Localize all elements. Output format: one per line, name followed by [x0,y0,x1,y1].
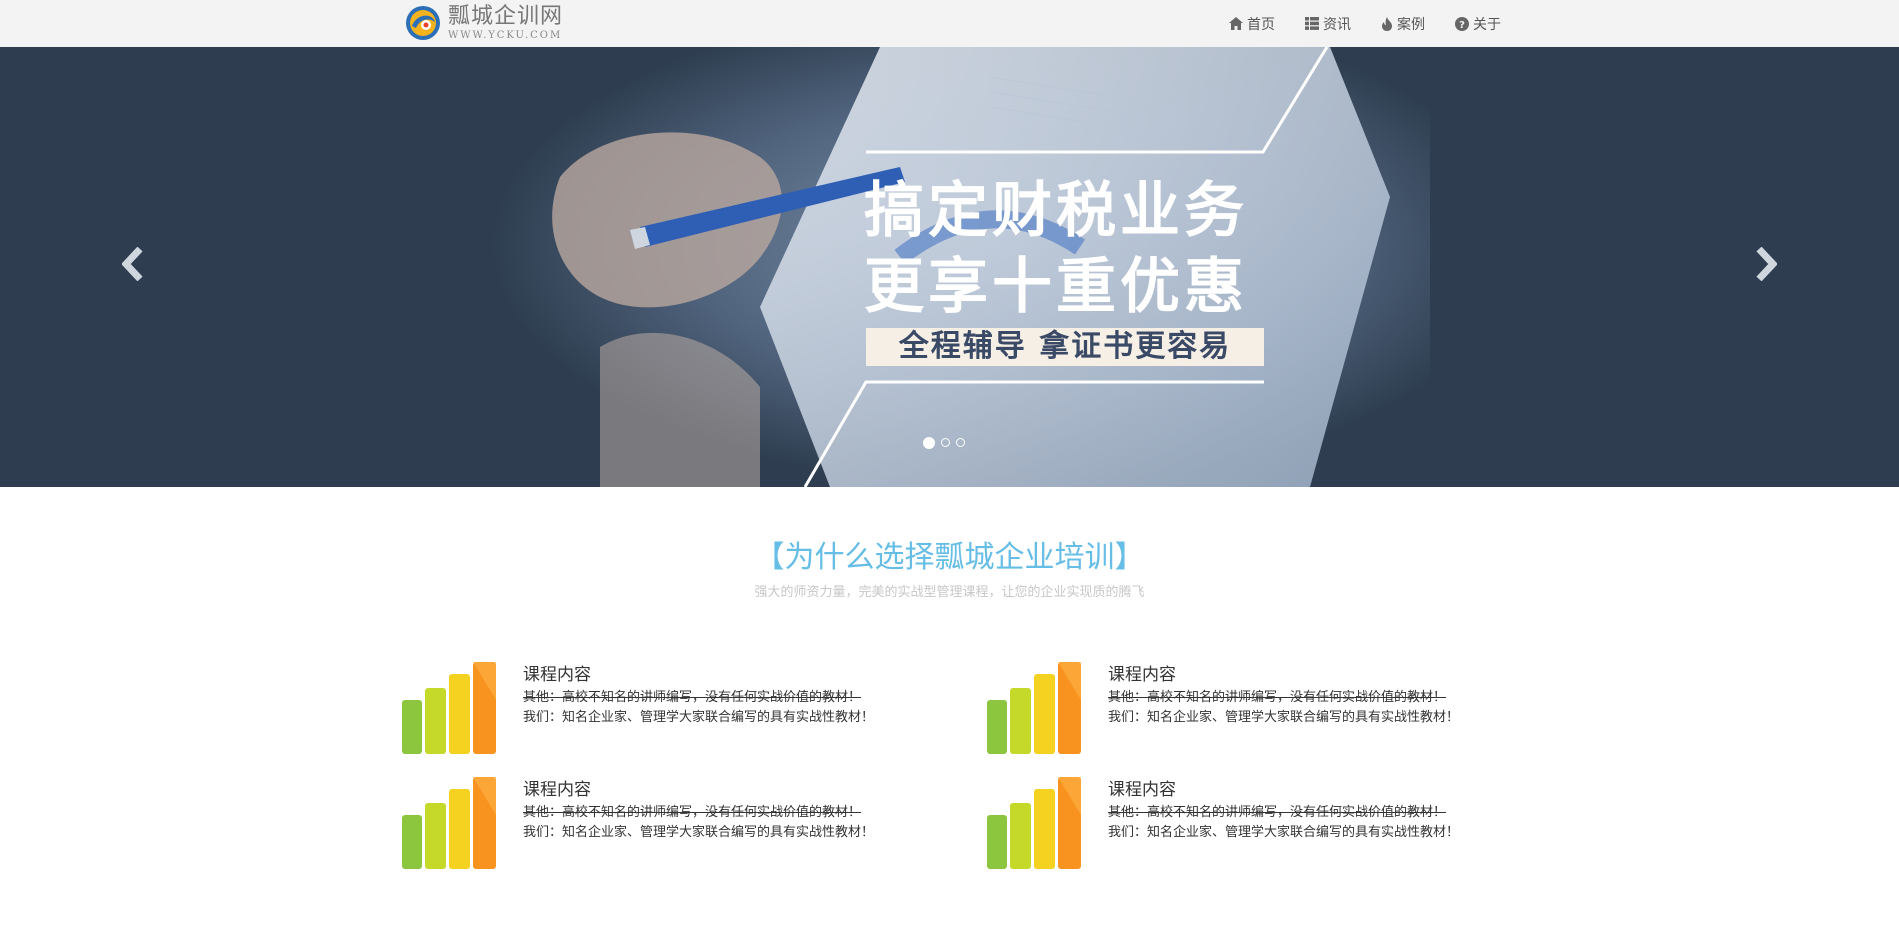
th-list-icon [1305,17,1319,30]
carousel-indicators [923,437,971,449]
feature-title: 课程内容 [523,665,591,685]
section-title: 【为什么选择瓢城企业培训】 [754,540,1145,575]
feature-other-text: 其他：高校不知名的讲师编写，没有任何实战价值的教材！ [523,690,862,705]
nav-item-label: 关于 [1473,16,1501,33]
nav-item-cases[interactable]: 案例 [1381,14,1425,34]
feature-our-text: 我们：知名企业家、管理学大家联合编写的具有实战性教材！ [1108,710,1460,725]
feature-our-text: 我们：知名企业家、管理学大家联合编写的具有实战性教材！ [1108,825,1460,840]
feature-card: 课程内容 其他：高校不知名的讲师编写，没有任何实战价值的教材！ 我们：知名企业家… [985,660,1505,760]
home-icon [1229,17,1243,30]
bar-chart-icon [402,662,496,754]
bar-chart-icon [987,662,1081,754]
caption-line-1: 搞定财税业务 [864,176,1248,246]
bar-chart-icon [987,777,1081,869]
hero-carousel[interactable]: 搞定财税业务 更享十重优惠 全程辅导 拿证书更容易 [0,47,1899,487]
feature-card: 课程内容 其他：高校不知名的讲师编写，没有任何实战价值的教材！ 我们：知名企业家… [985,775,1505,875]
question-circle-icon: ? [1455,16,1469,31]
carousel-indicator-2[interactable] [941,438,950,447]
carousel-indicator-1[interactable] [923,437,935,449]
brand-domain: WWW.YCKU.COM [448,29,563,41]
feature-title: 课程内容 [523,780,591,800]
nav-item-label: 首页 [1247,16,1275,33]
nav-item-about[interactable]: ? 关于 [1455,14,1501,34]
nav-item-label: 资讯 [1323,16,1351,33]
brand-name: 瓢城企训网 [448,3,564,29]
feature-other-text: 其他：高校不知名的讲师编写，没有任何实战价值的教材！ [1108,805,1447,820]
svg-text:?: ? [1459,20,1465,31]
nav-item-news[interactable]: 资讯 [1305,14,1351,34]
logo-icon [406,6,440,40]
chevron-right-icon [1756,246,1778,282]
caption-badge: 全程辅导 拿证书更容易 [866,328,1264,366]
main-nav: 首页 资讯 案例 ? 关于 [1199,0,1501,47]
carousel-next-button[interactable] [1755,246,1778,285]
nav-item-label: 案例 [1397,16,1425,33]
fire-icon [1382,16,1392,31]
feature-card: 课程内容 其他：高校不知名的讲师编写，没有任何实战价值的教材！ 我们：知名企业家… [400,660,920,760]
bar-chart-icon [402,777,496,869]
feature-other-text: 其他：高校不知名的讲师编写，没有任何实战价值的教材！ [523,805,862,820]
carousel-indicator-3[interactable] [956,438,965,447]
caption-line-2: 更享十重优惠 [864,252,1248,322]
carousel-caption: 搞定财税业务 更享十重优惠 [864,173,1248,325]
feature-our-text: 我们：知名企业家、管理学大家联合编写的具有实战性教材！ [523,710,875,725]
carousel-prev-button[interactable] [121,246,144,285]
nav-item-home[interactable]: 首页 [1229,14,1275,34]
feature-title: 课程内容 [1108,780,1176,800]
feature-card: 课程内容 其他：高校不知名的讲师编写，没有任何实战价值的教材！ 我们：知名企业家… [400,775,920,875]
feature-our-text: 我们：知名企业家、管理学大家联合编写的具有实战性教材！ [523,825,875,840]
chevron-left-icon [121,246,143,282]
brand-logo[interactable]: 瓢城企训网 WWW.YCKU.COM [404,4,563,42]
section-subtitle: 强大的师资力量，完美的实战型管理课程，让您的企业实现质的腾飞 [754,585,1145,600]
navbar: 瓢城企训网 WWW.YCKU.COM 首页 资讯 案例 ? 关于 [0,0,1899,48]
feature-other-text: 其他：高校不知名的讲师编写，没有任何实战价值的教材！ [1108,690,1447,705]
feature-title: 课程内容 [1108,665,1176,685]
